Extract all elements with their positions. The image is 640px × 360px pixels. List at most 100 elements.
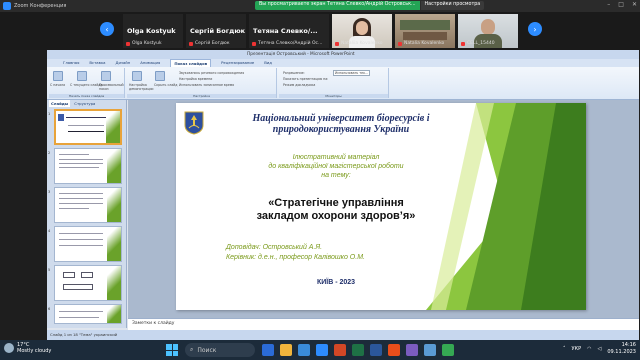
tab-slideshow[interactable]: Показ слайдов <box>170 59 212 67</box>
clock-date: 09.11.2023 <box>607 349 636 355</box>
hide-slide-button[interactable]: Скрыть слайд <box>154 83 177 87</box>
setup-show-icon[interactable] <box>132 71 142 81</box>
minimize-icon[interactable]: – <box>607 1 610 8</box>
from-current-button[interactable]: С текущего слайда <box>70 83 102 87</box>
tab-slides[interactable]: Слайды <box>49 100 71 107</box>
from-beginning-icon[interactable] <box>53 71 63 81</box>
participant-name: Сергій Богдюк <box>190 27 246 35</box>
volume-icon[interactable]: ◁ <box>598 346 602 352</box>
tray-chevron-icon[interactable]: ˄ <box>563 346 566 352</box>
use-timings-check[interactable]: Использовать записанное время <box>179 83 234 87</box>
mic-off-icon <box>252 41 256 46</box>
slide-notes[interactable]: Заметки к слайду <box>128 318 639 330</box>
from-beginning-button[interactable]: С начала <box>50 83 65 87</box>
windows-taskbar: 17°C Mostly cloudy ⌕ Поиск ˄ УКР ◠ ◁ 14:… <box>0 340 640 360</box>
slide-city-year: КИЇВ - 2023 <box>316 279 356 286</box>
participant-tile[interactable]: Тетяна Слевко/... Тетяна Слевко/Андрій О… <box>249 14 329 48</box>
slide-title-line: Національний університет біоресурсів і <box>252 113 430 124</box>
slide-thumbnail[interactable] <box>54 148 122 184</box>
wifi-icon[interactable]: ◠ <box>587 346 591 352</box>
record-narration-check[interactable]: Звукозапись речевого сопровождения <box>179 71 244 75</box>
participant-tile[interactable]: Сергій Богдюк Сергій Богдюк <box>186 14 246 48</box>
app-icon[interactable] <box>442 344 454 356</box>
tab-home[interactable]: Главная <box>63 59 79 67</box>
gallery-next-icon[interactable]: › <box>528 22 542 36</box>
taskbar-search[interactable]: ⌕ Поиск <box>185 343 255 357</box>
ppt-titlebar: Презентація Островський - Microsoft Powe… <box>47 50 639 59</box>
slide-number: 1 <box>48 112 51 116</box>
participant-gallery: ‹ Olga Kostyuk Olga Kostyuk Сергій Богдю… <box>0 12 640 50</box>
presenter-view-check[interactable]: Режим докладчика <box>283 83 315 87</box>
participant-label: Natalia Kovalenko <box>398 41 444 46</box>
slides-pane: Слайды Структура 1 2 3 4 5 6 <box>47 100 127 328</box>
slide-number: 6 <box>48 307 51 311</box>
search-icon: ⌕ <box>190 346 194 353</box>
clock-time: 14:16 <box>621 342 636 348</box>
window-title: Zoom Конференция <box>14 3 67 9</box>
slide-thumbnail[interactable] <box>54 226 122 262</box>
excel-app-icon[interactable] <box>352 344 364 356</box>
slide-intro-line: на тему: <box>321 172 351 179</box>
app-icon[interactable] <box>424 344 436 356</box>
participant-name: Olga Kostyuk <box>127 27 176 35</box>
tab-review[interactable]: Рецензирование <box>221 59 254 67</box>
ribbon-group-start: С начала С текущего слайда Произвольный … <box>49 68 125 98</box>
slide-thumbnail[interactable] <box>54 304 122 324</box>
participant-video-tile[interactable]: CELL_15440 <box>458 14 518 48</box>
zoom-app-icon[interactable] <box>316 344 328 356</box>
tab-outline[interactable]: Структура <box>74 100 95 107</box>
powerpoint-app-icon[interactable] <box>334 344 346 356</box>
chrome-app-icon[interactable] <box>388 344 400 356</box>
ribbon: С начала С текущего слайда Произвольный … <box>47 67 639 100</box>
slide-number: 4 <box>48 229 51 233</box>
participant-video-tile[interactable]: Nataliia Kovalenko <box>332 14 392 48</box>
from-current-icon[interactable] <box>77 71 87 81</box>
windows-start-icon[interactable] <box>166 344 178 356</box>
custom-show-button[interactable]: Произвольный показ <box>99 83 124 91</box>
participant-tile[interactable]: Olga Kostyuk Olga Kostyuk <box>123 14 183 48</box>
ribbon-group-monitors: Разрешение: Использовать тек... Показать… <box>279 68 389 98</box>
tab-insert[interactable]: Вставка <box>89 59 105 67</box>
search-placeholder: Поиск <box>197 346 217 354</box>
participant-label: Olga Kostyuk <box>126 41 162 46</box>
custom-show-icon[interactable] <box>101 71 111 81</box>
tab-design[interactable]: Дизайн <box>116 59 131 67</box>
clock[interactable]: 14:16 09.11.2023 <box>607 342 636 356</box>
maximize-icon[interactable]: □ <box>618 1 624 8</box>
file-explorer-icon[interactable] <box>280 344 292 356</box>
edge-icon[interactable] <box>298 344 310 356</box>
slide-university-title: Національний університет біоресурсів і п… <box>216 113 466 135</box>
slide-intro: Ілюстративний матеріал до кваліфікаційно… <box>246 153 426 180</box>
ppt-statusbar: Слайд 1 из 18 "Тема" украинский <box>47 330 639 340</box>
slide-thumbnail[interactable] <box>54 109 122 145</box>
slide-thumbnail[interactable] <box>54 265 122 301</box>
slide-editor: Національний університет біоресурсів і п… <box>128 100 639 318</box>
slide-thumbnail[interactable] <box>54 187 122 223</box>
weather-widget[interactable]: 17°C Mostly cloudy <box>4 342 51 354</box>
university-emblem-icon <box>184 111 204 135</box>
group-label: Настройка <box>127 94 276 98</box>
close-icon[interactable]: ✕ <box>632 1 637 8</box>
task-view-icon[interactable] <box>262 344 274 356</box>
tab-animation[interactable]: Анимация <box>140 59 160 67</box>
mic-off-icon <box>398 41 402 46</box>
current-slide[interactable]: Національний університет біоресурсів і п… <box>176 103 586 310</box>
participant-label: Сергій Богдюк <box>189 41 230 46</box>
slide-topic-line: закладом охорони здоров’я» <box>256 210 416 222</box>
system-tray: ˄ УКР ◠ ◁ 14:16 09.11.2023 <box>563 342 636 356</box>
resolution-select[interactable]: Использовать тек... <box>333 70 371 76</box>
word-app-icon[interactable] <box>370 344 382 356</box>
setup-show-button[interactable]: Настройка демонстрации <box>129 83 154 91</box>
rehearse-timings-check[interactable]: Настройка времени <box>179 77 212 81</box>
slides-pane-tabs: Слайды Структура <box>47 100 126 107</box>
participant-label: Nataliia Kovalenko <box>335 41 383 46</box>
hide-slide-icon[interactable] <box>155 71 165 81</box>
weather-desc: Mostly cloudy <box>17 348 52 354</box>
language-indicator[interactable]: УКР <box>572 346 582 352</box>
tab-view[interactable]: Вид <box>264 59 272 67</box>
slide-intro-line: до кваліфікаційної магістерської роботи <box>268 163 404 170</box>
gallery-prev-icon[interactable]: ‹ <box>100 22 114 36</box>
participant-video-tile[interactable]: Natalia Kovalenko <box>395 14 455 48</box>
teams-app-icon[interactable] <box>406 344 418 356</box>
view-options-button[interactable]: Настройки просмотра <box>420 1 485 10</box>
